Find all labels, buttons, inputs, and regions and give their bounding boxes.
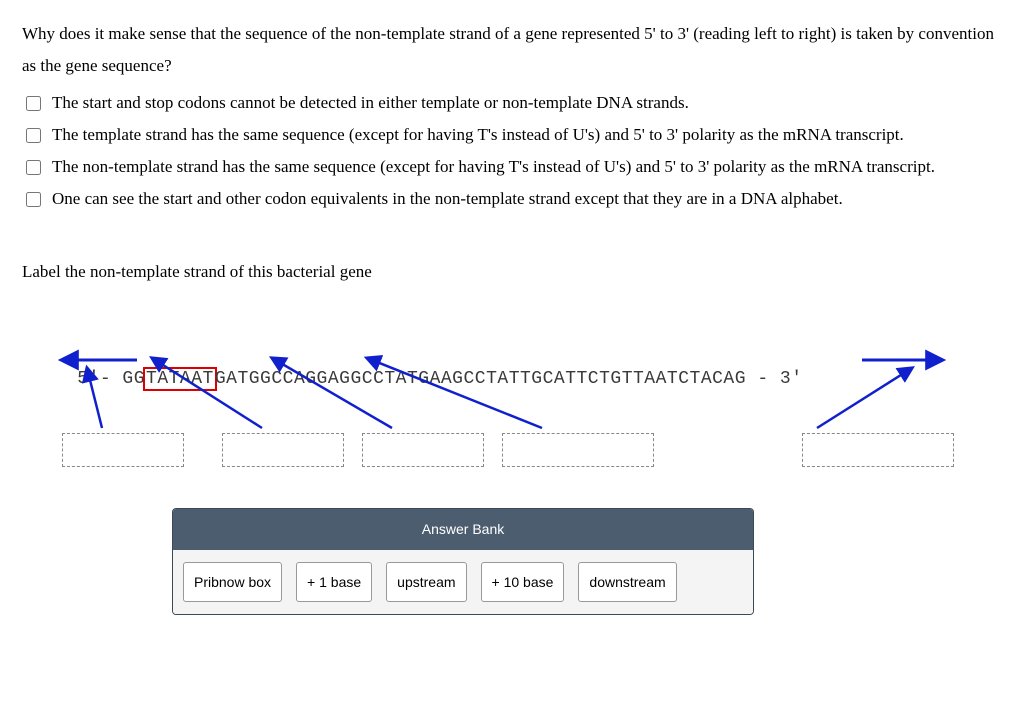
drop-slot-1[interactable] <box>62 433 184 467</box>
sub-prompt: Label the non-template strand of this ba… <box>22 256 1002 288</box>
drop-slot-3[interactable] <box>362 433 484 467</box>
chip-plus-10-base[interactable]: + 10 base <box>481 562 565 603</box>
drop-slot-2[interactable] <box>222 433 344 467</box>
drop-slot-5[interactable] <box>802 433 954 467</box>
option-checkbox-4[interactable] <box>26 192 41 207</box>
option-checkbox-3[interactable] <box>26 160 41 175</box>
option-text-2: The template strand has the same sequenc… <box>52 119 1002 151</box>
option-row: One can see the start and other codon eq… <box>22 183 1002 215</box>
option-row: The non-template strand has the same seq… <box>22 151 1002 183</box>
drop-slot-4[interactable] <box>502 433 654 467</box>
option-text-1: The start and stop codons cannot be dete… <box>52 87 1002 119</box>
sequence-diagram: 5'- GGTATAATGATGGCCAGGAGGCCTATGAAGCCTATT… <box>32 328 992 488</box>
option-checkbox-2[interactable] <box>26 128 41 143</box>
pribnow-box-highlight: TATAAT <box>143 367 217 391</box>
question-text: Why does it make sense that the sequence… <box>22 18 1002 83</box>
option-row: The template strand has the same sequenc… <box>22 119 1002 151</box>
chip-pribnow-box[interactable]: Pribnow box <box>183 562 282 603</box>
chip-plus-1-base[interactable]: + 1 base <box>296 562 372 603</box>
option-text-4: One can see the start and other codon eq… <box>52 183 1002 215</box>
option-text-3: The non-template strand has the same seq… <box>52 151 1002 183</box>
chip-upstream[interactable]: upstream <box>386 562 466 603</box>
option-checkbox-1[interactable] <box>26 96 41 111</box>
answer-bank-title: Answer Bank <box>173 509 753 550</box>
answer-bank: Answer Bank Pribnow box + 1 base upstrea… <box>172 508 754 615</box>
option-row: The start and stop codons cannot be dete… <box>22 87 1002 119</box>
chip-downstream[interactable]: downstream <box>578 562 676 603</box>
sequence-text: 5'- GGTATAATGATGGCCAGGAGGCCTATGAAGCCTATT… <box>32 328 803 431</box>
